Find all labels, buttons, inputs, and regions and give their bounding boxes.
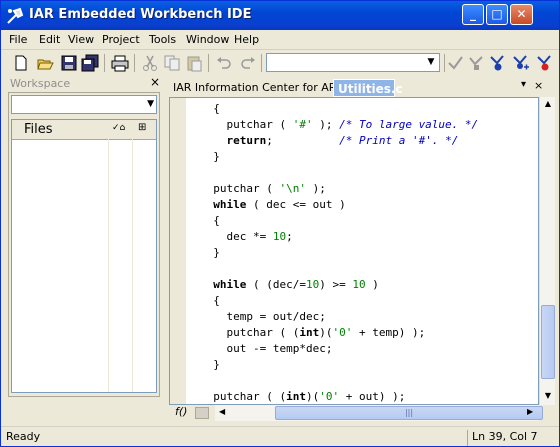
tab-utilities-c[interactable]: Utilities.c xyxy=(333,79,403,97)
save-icon[interactable] xyxy=(60,54,78,72)
grid-line xyxy=(108,120,109,392)
toolbar-separator xyxy=(134,54,135,72)
window-title: IAR Embedded Workbench IDE xyxy=(29,7,252,22)
workspace-title: Workspace xyxy=(10,77,71,90)
chevron-down-icon[interactable]: ▼ xyxy=(147,96,154,113)
redo-icon[interactable] xyxy=(239,54,257,72)
tab-list-icon[interactable]: ▾ xyxy=(521,79,526,90)
code-line: putchar ( '\n' ); xyxy=(200,182,326,195)
ide-window: IAR Embedded Workbench IDE _ □ ✕ File Ed… xyxy=(0,0,560,447)
editor-tabs: IAR Information Center for ARM Utilities… xyxy=(167,77,559,97)
status-bar: Ready Ln 39, Col 7 xyxy=(1,426,559,446)
toolbar-separator xyxy=(208,54,209,72)
paste-icon[interactable] xyxy=(185,54,203,72)
code-line: putchar ( '#' ); /* To large value. */ xyxy=(200,118,479,131)
code-line: out -= temp*dec; xyxy=(200,342,333,355)
code-line: { xyxy=(200,214,220,227)
debug-icon[interactable] xyxy=(489,54,507,72)
print-icon[interactable] xyxy=(111,54,129,72)
horizontal-scroll-thumb[interactable]: ||| xyxy=(275,406,543,420)
code-line: while ( (dec/=10) >= 10 ) xyxy=(213,278,379,291)
cursor-position: Ln 39, Col 7 xyxy=(467,430,557,446)
code-editor[interactable]: { putchar ( '#' ); /* To large value. */… xyxy=(169,97,539,405)
check-icon[interactable] xyxy=(446,54,464,72)
toolbar-separator xyxy=(444,54,445,72)
make-icon[interactable] xyxy=(467,54,485,72)
menu-view[interactable]: View xyxy=(68,33,94,46)
workspace-combo[interactable]: ▼ xyxy=(11,95,157,114)
save-all-icon[interactable] xyxy=(81,54,99,72)
find-combo[interactable]: ▼ xyxy=(266,53,440,72)
grid-line xyxy=(132,120,133,392)
menu-tools[interactable]: Tools xyxy=(149,33,176,46)
code-line: } xyxy=(200,246,220,259)
menu-file[interactable]: File xyxy=(9,33,27,46)
menu-help[interactable]: Help xyxy=(234,33,259,46)
split-box[interactable] xyxy=(195,407,209,419)
copy-icon[interactable] xyxy=(163,54,181,72)
code-line: } xyxy=(200,150,220,163)
menu-edit[interactable]: Edit xyxy=(39,33,60,46)
horizontal-bar: f() ◀ ||| ▶ xyxy=(169,405,555,421)
menu-bar: File Edit View Project Tools Window Help xyxy=(1,30,559,50)
scroll-right-icon[interactable]: ▶ xyxy=(527,407,533,416)
code-line: dec *= 10; xyxy=(200,230,293,243)
code-text[interactable]: { putchar ( '#' ); /* To large value. */… xyxy=(200,101,479,404)
open-folder-icon[interactable] xyxy=(36,54,54,72)
workspace-header: Workspace × xyxy=(8,75,163,92)
editor-gutter xyxy=(170,98,186,404)
iar-app-icon xyxy=(6,7,24,25)
code-line: temp = out/dec; xyxy=(200,310,326,323)
files-header-label: Files xyxy=(24,122,53,137)
title-bar[interactable]: IAR Embedded Workbench IDE _ □ ✕ xyxy=(1,1,559,30)
cut-icon[interactable] xyxy=(141,54,159,72)
breakpoint-icon[interactable] xyxy=(536,54,554,72)
code-line: } xyxy=(200,358,220,371)
files-column-header: Files ✓⌂ ⊞ xyxy=(12,120,156,140)
workspace-close-icon[interactable]: × xyxy=(150,75,160,89)
download-debug-icon[interactable] xyxy=(512,54,530,72)
code-line: while ( dec <= out ) xyxy=(213,198,346,211)
menu-window[interactable]: Window xyxy=(186,33,229,46)
options-column-icon[interactable]: ⊞ xyxy=(138,122,146,133)
minimize-button[interactable]: _ xyxy=(462,4,484,25)
code-line: putchar ( (int)('0' + out) ); xyxy=(200,390,406,403)
workspace-file-list[interactable]: Files ✓⌂ ⊞ xyxy=(11,119,157,393)
status-text: Ready xyxy=(6,430,41,443)
menu-project[interactable]: Project xyxy=(102,33,140,46)
maximize-button[interactable]: □ xyxy=(486,4,508,25)
function-list-button[interactable]: f() xyxy=(175,405,187,418)
chevron-down-icon[interactable]: ▼ xyxy=(423,54,439,71)
code-line: return; /* Print a '#'. */ xyxy=(226,134,459,147)
vertical-scroll-thumb[interactable] xyxy=(541,305,555,379)
tab-close-icon[interactable]: × xyxy=(534,79,543,92)
new-file-icon[interactable] xyxy=(12,54,30,72)
toolbar-separator xyxy=(104,54,105,72)
close-window-button[interactable]: ✕ xyxy=(510,4,533,25)
scroll-down-icon[interactable]: ▼ xyxy=(541,389,555,403)
code-line: { xyxy=(200,294,220,307)
code-line: { xyxy=(200,102,220,115)
status-column-icon[interactable]: ✓⌂ xyxy=(112,123,125,133)
code-line: putchar ( (int)('0' + temp) ); xyxy=(200,326,426,339)
tab-information-center[interactable]: IAR Information Center for ARM xyxy=(169,79,351,97)
scroll-up-icon[interactable]: ▲ xyxy=(541,97,555,111)
toolbar-separator xyxy=(261,54,262,72)
vertical-scrollbar[interactable]: ▲ ▼ xyxy=(539,97,555,405)
scroll-left-icon[interactable]: ◀ xyxy=(219,407,225,416)
undo-icon[interactable] xyxy=(215,54,233,72)
horizontal-scrollbar[interactable]: ◀ ||| ▶ xyxy=(215,405,543,421)
